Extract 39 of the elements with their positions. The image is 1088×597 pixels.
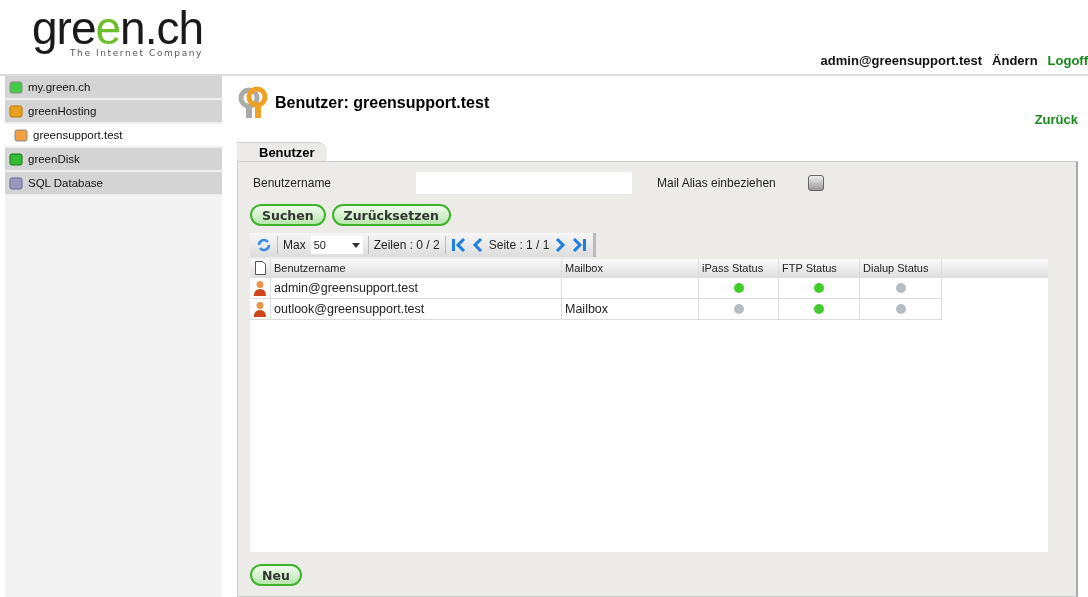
sidebar-item[interactable]: SQL Database	[5, 172, 222, 196]
action-button[interactable]: Zurücksetzen	[331, 204, 451, 226]
user-icon	[253, 301, 267, 317]
action-button[interactable]: Suchen	[250, 204, 326, 226]
tab[interactable]: Benutzer	[237, 142, 327, 161]
field-label: Mail Alias einbeziehen	[656, 176, 776, 190]
logo: green.ch The Internet Company	[32, 8, 204, 58]
first-page-icon[interactable]	[450, 238, 467, 252]
change-link[interactable]: Ändern	[992, 53, 1038, 68]
logoff-link[interactable]: Logoff	[1047, 53, 1088, 68]
sidebar-item-label: greenDisk	[28, 153, 80, 165]
row-count: Zeilen : 0 / 2	[373, 238, 440, 252]
table-cell: outlook@greensupport.test	[271, 299, 562, 320]
max-label: Max	[283, 238, 306, 252]
sidebar-item[interactable]: my.green.ch	[5, 76, 222, 100]
sidebar-item[interactable]: greenDisk	[5, 148, 222, 172]
user-icon	[253, 280, 267, 296]
new-button[interactable]: Neu	[250, 564, 302, 586]
next-page-icon[interactable]	[554, 238, 567, 252]
max-select[interactable]: 50	[310, 236, 363, 254]
username-field[interactable]	[416, 172, 632, 194]
sidebar-item-label: SQL Database	[28, 177, 103, 189]
checkbox[interactable]	[807, 175, 824, 191]
caret-icon	[351, 242, 360, 248]
page-indicator: Seite : 1 / 1	[488, 238, 550, 252]
refresh-icon[interactable]	[256, 237, 272, 253]
page-title: Benutzer: greensupport.test	[275, 94, 490, 112]
last-page-icon[interactable]	[571, 238, 588, 252]
sidebar-item-label: greenHosting	[28, 105, 97, 117]
previous-page-icon[interactable]	[471, 238, 484, 252]
field-label: Benutzername	[252, 176, 333, 190]
page-icon	[254, 261, 266, 275]
sidebar-item[interactable]: greenHosting	[5, 100, 222, 124]
sidebar-item[interactable]: greensupport.test	[5, 124, 222, 148]
sidebar-item-label: my.green.ch	[28, 81, 91, 93]
sidebar-item-label: greensupport.test	[33, 129, 123, 141]
table-cell: Mailbox	[562, 299, 699, 320]
user-link[interactable]: admin@greensupport.test	[820, 53, 983, 68]
back-link[interactable]: Zurück	[1034, 112, 1078, 127]
